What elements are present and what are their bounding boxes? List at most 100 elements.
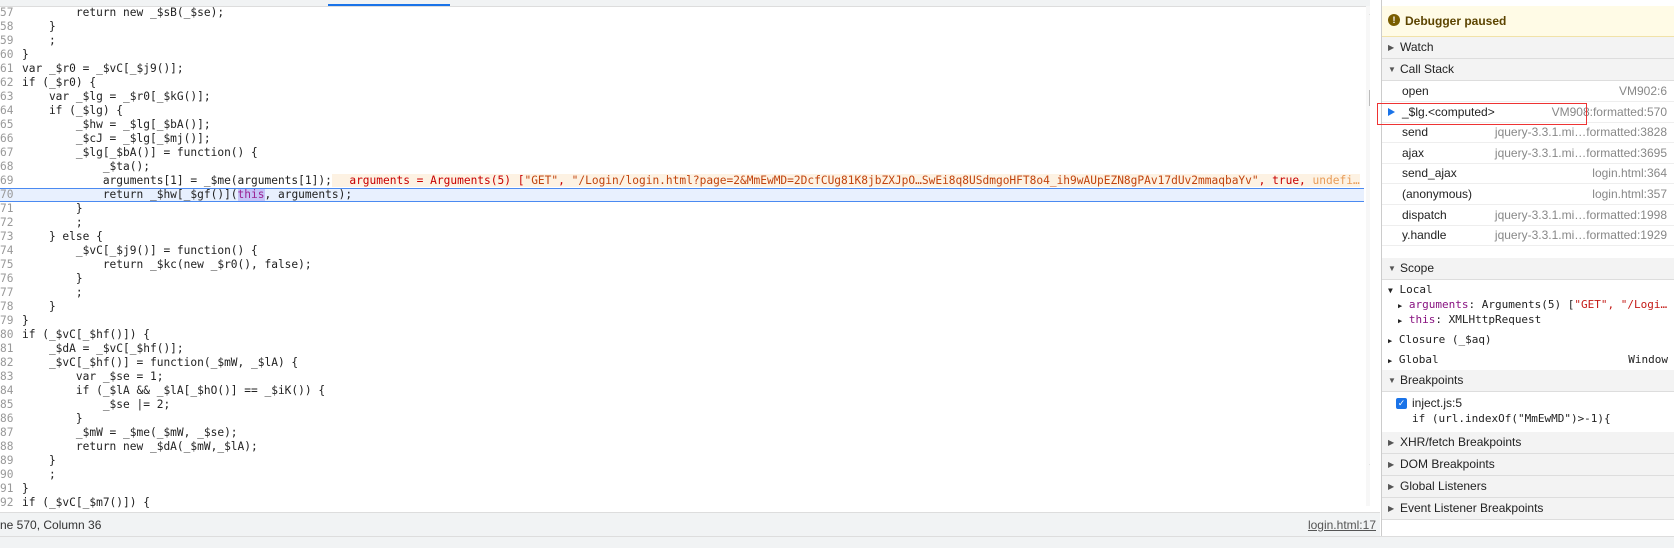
call-stack-frame[interactable]: dispatch jquery-3.3.1.mi…formatted:1998 — [1382, 205, 1674, 226]
code-line[interactable]: 82 _$vC[_$hf()] = function(_$mW, _$lA) { — [0, 356, 1364, 370]
code-editor[interactable]: 57 return new _$sB(_$se); 58 } 59 ; 60} 61 va… — [0, 0, 1370, 510]
line-number[interactable]: 81 — [0, 342, 14, 356]
line-number[interactable]: 68 — [0, 160, 14, 174]
code-line[interactable]: 75 return _$kc(new _$r0(), false); — [0, 258, 1364, 272]
frame-location[interactable]: jquery-3.3.1.mi…formatted:1998 — [1495, 205, 1667, 225]
scroll-thumb[interactable] — [1369, 90, 1370, 106]
code-line[interactable]: 86 } — [0, 412, 1364, 426]
call-stack-frame[interactable]: open VM902:6 — [1382, 81, 1674, 102]
scope-local-header[interactable]: ▼ Local — [1388, 283, 1433, 296]
line-number[interactable]: 78 — [0, 300, 14, 314]
code-line[interactable]: 72 ; — [0, 216, 1364, 230]
breakpoints-section-header[interactable]: ▼ Breakpoints — [1382, 370, 1674, 392]
code-line[interactable]: 88 return new _$dA(_$mW,_$lA); — [0, 440, 1364, 454]
line-number[interactable]: 85 — [0, 398, 14, 412]
code-line[interactable]: 79} — [0, 314, 1364, 328]
xhr-breakpoints-header[interactable]: ▶ XHR/fetch Breakpoints — [1382, 432, 1674, 454]
scope-arguments-row[interactable]: ▶ arguments: Arguments(5) ["GET", "/Logi… — [1398, 298, 1667, 311]
line-number[interactable]: 69 — [0, 174, 14, 188]
code-line[interactable]: 63 var _$lg = _$r0[_$kG()]; — [0, 90, 1364, 104]
editor-scrollbar[interactable]: ▲ ▼ — [1366, 6, 1370, 506]
line-number[interactable]: 61 — [0, 62, 14, 76]
scope-closure-row[interactable]: ▶ Closure (_$aq) — [1388, 333, 1492, 346]
breakpoint-checkbox[interactable]: ✓ — [1396, 398, 1407, 409]
code-line[interactable]: 58 } — [0, 20, 1364, 34]
current-execution-line[interactable]: 70 return _$hw[_$gf()](this, arguments); — [0, 188, 1364, 202]
code-line[interactable]: 59 ; — [0, 34, 1364, 48]
line-number[interactable]: 86 — [0, 412, 14, 426]
code-line[interactable]: 85 _$se |= 2; — [0, 398, 1364, 412]
code-line[interactable]: 84 if (_$lA && _$lA[_$hO()] == _$iK()) { — [0, 384, 1364, 398]
code-line[interactable]: 64 if (_$lg) { — [0, 104, 1364, 118]
line-number[interactable]: 92 — [0, 496, 14, 510]
code-line[interactable]: 61 var _$r0 = _$vC[_$j9()]; — [0, 62, 1364, 76]
frame-location[interactable]: VM902:6 — [1619, 81, 1667, 101]
line-number[interactable]: 63 — [0, 90, 14, 104]
code-line[interactable]: 80 if (_$vC[_$hf()]) { — [0, 328, 1364, 342]
code-line[interactable]: 71 } — [0, 202, 1364, 216]
watch-section-header[interactable]: ▶ Watch — [1382, 37, 1674, 59]
line-number[interactable]: 73 — [0, 230, 14, 244]
event-listener-breakpoints-header[interactable]: ▶ Event Listener Breakpoints — [1382, 498, 1674, 520]
frame-location[interactable]: login.html:364 — [1592, 163, 1667, 183]
code-line[interactable]: 89 } — [0, 454, 1364, 468]
line-number[interactable]: 59 — [0, 34, 14, 48]
call-stack-frame[interactable]: (anonymous) login.html:357 — [1382, 184, 1674, 205]
scope-this-row[interactable]: ▶ this: XMLHttpRequest — [1398, 313, 1541, 326]
line-number[interactable]: 84 — [0, 384, 14, 398]
line-number[interactable]: 77 — [0, 286, 14, 300]
code-line[interactable]: 78 } — [0, 300, 1364, 314]
line-number[interactable]: 88 — [0, 440, 14, 454]
code-line[interactable]: 62 if (_$r0) { — [0, 76, 1364, 90]
code-line[interactable]: 67 _$lg[_$bA()] = function() { — [0, 146, 1364, 160]
code-line[interactable]: 91} — [0, 482, 1364, 496]
line-number[interactable]: 90 — [0, 468, 14, 482]
line-number[interactable]: 65 — [0, 118, 14, 132]
code-line[interactable]: 77 ; — [0, 286, 1364, 300]
scope-global-row[interactable]: ▶ Global Window — [1388, 353, 1668, 366]
call-stack-frame[interactable]: send_ajax login.html:364 — [1382, 163, 1674, 185]
breakpoint-file[interactable]: inject.js:5 — [1412, 396, 1462, 410]
code-line[interactable]: 68 _$ta(); — [0, 160, 1364, 174]
frame-location[interactable]: jquery-3.3.1.mi…formatted:3695 — [1495, 143, 1667, 163]
line-number[interactable]: 82 — [0, 356, 14, 370]
line-number[interactable]: 89 — [0, 454, 14, 468]
call-stack-frame[interactable]: ajax jquery-3.3.1.mi…formatted:3695 — [1382, 143, 1674, 164]
line-number[interactable]: 64 — [0, 104, 14, 118]
global-listeners-header[interactable]: ▶ Global Listeners — [1382, 476, 1674, 498]
code-line[interactable]: 66 _$cJ = _$lg[_$mj()]; — [0, 132, 1364, 146]
code-line[interactable]: 69 arguments[1] = _$me(arguments[1]); ar… — [0, 174, 1364, 188]
line-number[interactable]: 57 — [0, 6, 14, 20]
call-stack-frame[interactable]: send jquery-3.3.1.mi…formatted:3828 — [1382, 122, 1674, 144]
line-number[interactable]: 74 — [0, 244, 14, 258]
line-number[interactable]: 66 — [0, 132, 14, 146]
line-number[interactable]: 71 — [0, 202, 14, 216]
code-line[interactable]: 65 _$hw = _$lg[_$bA()]; — [0, 118, 1364, 132]
code-line[interactable]: 57 return new _$sB(_$se); — [0, 6, 1364, 20]
line-number[interactable]: 91 — [0, 482, 14, 496]
code-line[interactable]: 76 } — [0, 272, 1364, 286]
code-line[interactable]: 87 _$mW = _$me(_$mW, _$se); — [0, 426, 1364, 440]
line-number[interactable]: 70 — [0, 189, 14, 201]
scroll-up-icon[interactable]: ▲ — [1368, 8, 1370, 17]
line-number[interactable]: 76 — [0, 272, 14, 286]
line-number[interactable]: 62 — [0, 76, 14, 90]
code-line[interactable]: 83 var _$se = 1; — [0, 370, 1364, 384]
line-number[interactable]: 79 — [0, 314, 14, 328]
line-number[interactable]: 83 — [0, 370, 14, 384]
source-link[interactable]: login.html:17 — [1308, 518, 1376, 532]
scroll-down-icon[interactable]: ▼ — [1368, 462, 1370, 471]
line-number[interactable]: 58 — [0, 20, 14, 34]
code-line[interactable]: 60} — [0, 48, 1364, 62]
frame-location[interactable]: login.html:357 — [1592, 184, 1667, 204]
line-number[interactable]: 75 — [0, 258, 14, 272]
frame-location[interactable]: jquery-3.3.1.mi…formatted:3828 — [1495, 122, 1667, 142]
line-number[interactable]: 80 — [0, 328, 14, 342]
call-stack-frame[interactable]: y.handle jquery-3.3.1.mi…formatted:1929 — [1382, 225, 1674, 247]
scope-section-header[interactable]: ▼ Scope — [1382, 258, 1674, 280]
line-number[interactable]: 87 — [0, 426, 14, 440]
call-stack-section-header[interactable]: ▼ Call Stack — [1382, 59, 1674, 81]
frame-location[interactable]: jquery-3.3.1.mi…formatted:1929 — [1495, 225, 1667, 245]
code-line[interactable]: 81 _$dA = _$vC[_$hf()]; — [0, 342, 1364, 356]
code-line[interactable]: 92 if (_$vC[_$m7()]) { — [0, 496, 1364, 510]
